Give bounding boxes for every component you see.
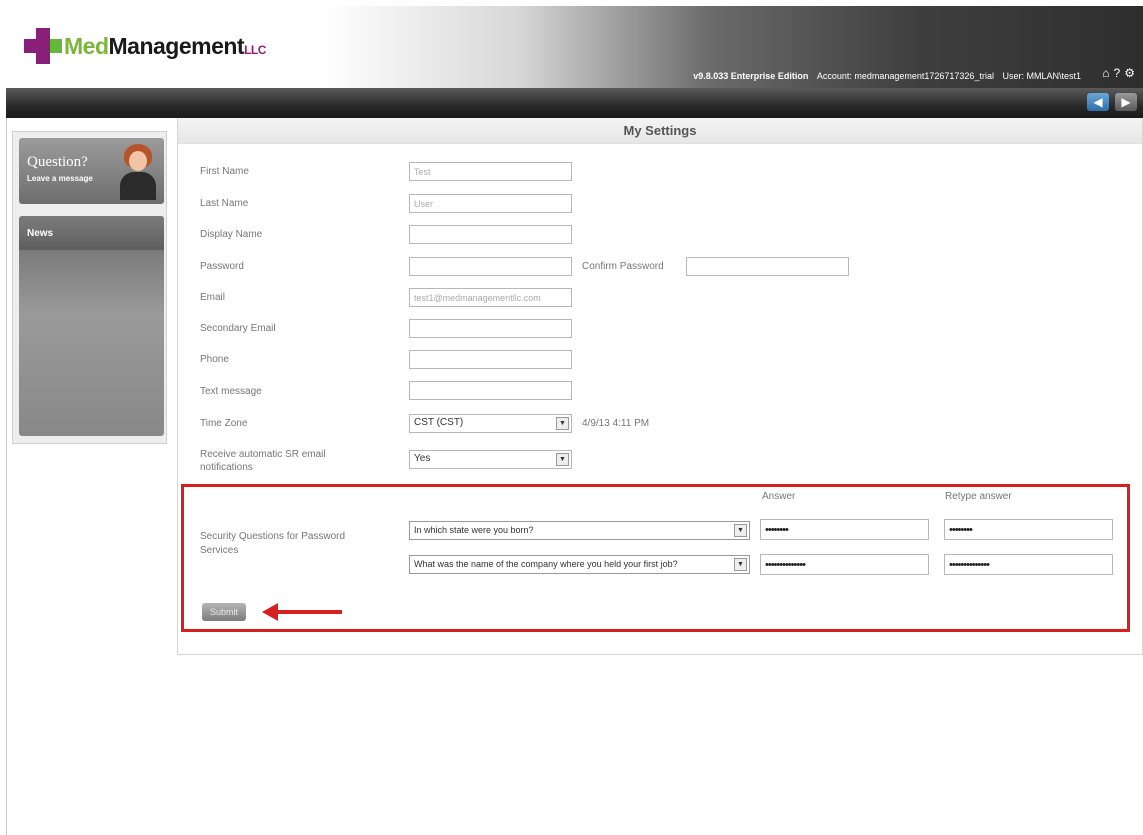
question-widget[interactable]: Question? Leave a message bbox=[19, 138, 164, 204]
news-title: News bbox=[19, 216, 164, 250]
display-name-label: Display Name bbox=[200, 229, 263, 240]
security-retype-2[interactable] bbox=[944, 554, 1113, 575]
page-title: My Settings bbox=[178, 118, 1142, 144]
chevron-down-icon: ▼ bbox=[734, 524, 747, 537]
left-arrow-icon bbox=[262, 603, 342, 621]
security-question-2-select[interactable]: What was the name of the company where y… bbox=[409, 555, 750, 574]
text-message-label: Text message bbox=[200, 386, 262, 397]
first-name-field[interactable] bbox=[409, 162, 572, 181]
security-question-1: In which state were you born? bbox=[414, 525, 534, 535]
news-panel: News bbox=[19, 216, 164, 436]
email-label: Email bbox=[200, 292, 226, 303]
logo-text: MedManagementLLC bbox=[64, 32, 266, 59]
time-zone-select[interactable]: CST (CST) ▼ bbox=[409, 414, 572, 433]
notifications-label: Receive automatic SR email notifications bbox=[200, 449, 326, 473]
account-info: v9.8.033 Enterprise Edition Account: med… bbox=[687, 71, 1081, 81]
security-retype-1[interactable] bbox=[944, 519, 1113, 540]
phone-field[interactable] bbox=[409, 350, 572, 369]
header-icons: ⌂ ? ⚙ bbox=[1102, 66, 1135, 80]
medical-cross-icon bbox=[24, 28, 62, 64]
security-questions-label: Security Questions for Password Services bbox=[200, 531, 346, 556]
phone-label: Phone bbox=[200, 354, 229, 365]
nav-bar: ◀ ▶ bbox=[6, 88, 1143, 118]
secondary-email-field[interactable] bbox=[409, 319, 572, 338]
app-logo[interactable]: MedManagementLLC bbox=[24, 28, 266, 64]
left-sidebar: Question? Leave a message News bbox=[12, 131, 167, 444]
question-title: Question? bbox=[27, 154, 88, 170]
last-name-label: Last Name bbox=[200, 198, 249, 209]
email-field[interactable] bbox=[409, 288, 572, 307]
version-text: v9.8.033 Enterprise Edition bbox=[693, 71, 809, 81]
forward-arrow-icon[interactable]: ▶ bbox=[1115, 93, 1137, 111]
security-answer-1[interactable] bbox=[760, 519, 929, 540]
security-answer-2[interactable] bbox=[760, 554, 929, 575]
answer-header: Answer bbox=[762, 491, 796, 502]
time-zone-label: Time Zone bbox=[200, 418, 248, 429]
secondary-email-label: Secondary Email bbox=[200, 323, 276, 334]
back-arrow-icon[interactable]: ◀ bbox=[1087, 93, 1109, 111]
security-question-2: What was the name of the company where y… bbox=[414, 559, 678, 569]
account-text: Account: medmanagement1726717326_trial bbox=[816, 71, 994, 81]
notifications-select[interactable]: Yes ▼ bbox=[409, 450, 572, 469]
notifications-value: Yes bbox=[414, 453, 431, 464]
settings-icon[interactable]: ⚙ bbox=[1124, 66, 1135, 80]
confirm-password-label: Confirm Password bbox=[582, 261, 664, 272]
submit-button[interactable]: Submit bbox=[202, 603, 246, 621]
time-zone-value: CST (CST) bbox=[414, 417, 464, 428]
home-icon[interactable]: ⌂ bbox=[1102, 66, 1109, 80]
security-question-1-select[interactable]: In which state were you born? ▼ bbox=[409, 521, 750, 540]
last-name-field[interactable] bbox=[409, 194, 572, 213]
retype-answer-header: Retype answer bbox=[945, 491, 1012, 502]
question-subtitle: Leave a message bbox=[27, 174, 93, 183]
password-label: Password bbox=[200, 261, 244, 272]
confirm-password-field[interactable] bbox=[686, 257, 849, 276]
display-name-field[interactable] bbox=[409, 225, 572, 244]
text-message-field[interactable] bbox=[409, 381, 572, 400]
chevron-down-icon: ▼ bbox=[734, 558, 747, 571]
help-icon[interactable]: ? bbox=[1114, 66, 1121, 80]
support-agent-avatar bbox=[118, 144, 158, 200]
header-banner: MedManagementLLC v9.8.033 Enterprise Edi… bbox=[6, 6, 1143, 88]
current-time: 4/9/13 4:11 PM bbox=[582, 418, 650, 429]
password-field[interactable] bbox=[409, 257, 572, 276]
first-name-label: First Name bbox=[200, 166, 249, 177]
user-text: User: MMLAN\test1 bbox=[1002, 71, 1081, 81]
chevron-down-icon: ▼ bbox=[556, 453, 569, 466]
chevron-down-icon: ▼ bbox=[556, 417, 569, 430]
